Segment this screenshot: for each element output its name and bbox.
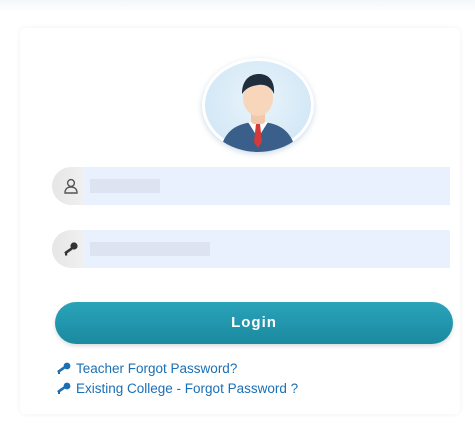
username-input-box[interactable]: [84, 167, 450, 207]
user-icon: [64, 178, 78, 194]
login-button[interactable]: Login: [55, 302, 453, 344]
username-field: [52, 167, 450, 207]
password-input-box[interactable]: [84, 230, 450, 270]
username-input[interactable]: [92, 167, 446, 207]
key-icon: [57, 362, 71, 374]
password-field: [52, 230, 450, 270]
college-forgot-password-link[interactable]: Existing College - Forgot Password ?: [56, 381, 298, 396]
teacher-forgot-password-link[interactable]: Teacher Forgot Password?: [56, 361, 237, 376]
top-strip: [0, 0, 475, 12]
password-input[interactable]: [92, 230, 446, 270]
key-icon: [64, 242, 78, 256]
college-forgot-password-label: Existing College - Forgot Password ?: [76, 381, 299, 396]
user-avatar-icon: [202, 58, 314, 152]
teacher-forgot-password-label: Teacher Forgot Password?: [76, 361, 238, 376]
key-icon: [57, 382, 71, 394]
